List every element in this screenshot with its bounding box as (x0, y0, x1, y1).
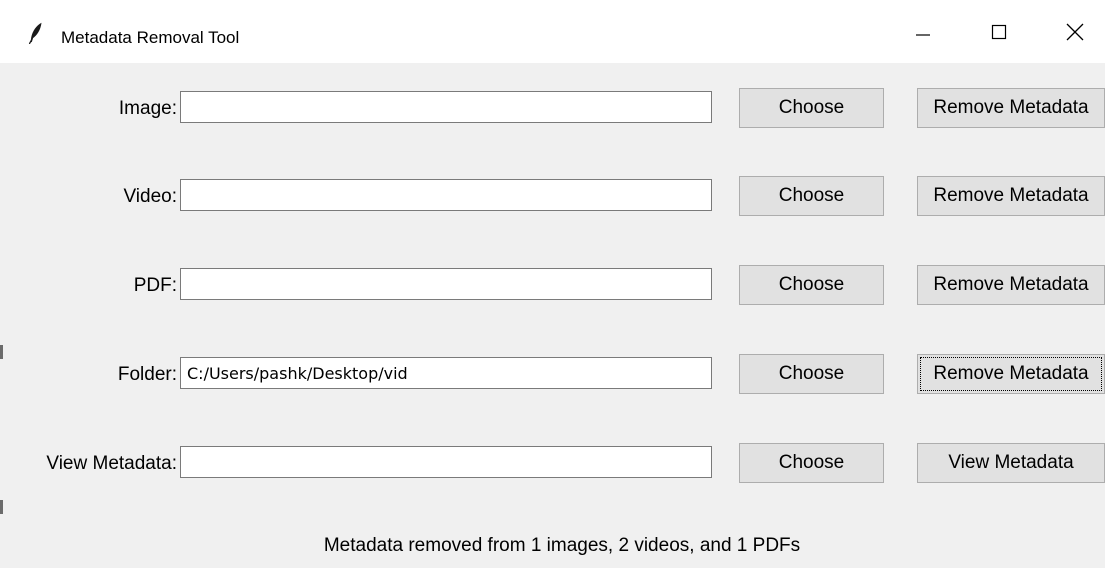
view-metadata-button[interactable]: View Metadata (917, 443, 1105, 483)
folder-path-input[interactable] (180, 357, 712, 389)
pdf-path-input[interactable] (180, 268, 712, 300)
choose-video-button[interactable]: Choose (739, 176, 884, 216)
status-message: Metadata removed from 1 images, 2 videos… (323, 535, 801, 556)
window-title: Metadata Removal Tool (61, 28, 240, 47)
maximize-icon (990, 23, 1008, 41)
remove-pdf-metadata-button[interactable]: Remove Metadata (917, 265, 1105, 305)
remove-video-metadata-button[interactable]: Remove Metadata (917, 176, 1105, 216)
metadata-removal-window: Metadata Removal Tool Image: Choose Remo… (0, 0, 1105, 568)
view-metadata-path-input[interactable] (180, 446, 712, 478)
view-metadata-label: View Metadata: (46, 453, 177, 474)
remove-image-metadata-button[interactable]: Remove Metadata (917, 88, 1105, 128)
choose-pdf-button[interactable]: Choose (739, 265, 884, 305)
minimize-button[interactable] (893, 0, 953, 63)
choose-image-button[interactable]: Choose (739, 88, 884, 128)
maximize-button[interactable] (969, 0, 1029, 63)
feather-icon (28, 22, 44, 45)
remove-folder-metadata-button[interactable]: Remove Metadata (917, 354, 1105, 394)
minimize-icon (914, 23, 932, 41)
image-path-input[interactable] (180, 91, 712, 123)
image-label: Image: (118, 98, 177, 119)
close-icon (1065, 22, 1085, 42)
video-path-input[interactable] (180, 179, 712, 211)
window-edge-mark (0, 500, 3, 514)
video-label: Video: (123, 186, 177, 207)
window-edge-mark (0, 345, 3, 359)
choose-view-metadata-button[interactable]: Choose (739, 443, 884, 483)
folder-label: Folder: (117, 364, 177, 385)
choose-folder-button[interactable]: Choose (739, 354, 884, 394)
pdf-label: PDF: (133, 275, 177, 296)
close-button[interactable] (1045, 0, 1105, 63)
title-bar[interactable]: Metadata Removal Tool (0, 0, 1105, 63)
